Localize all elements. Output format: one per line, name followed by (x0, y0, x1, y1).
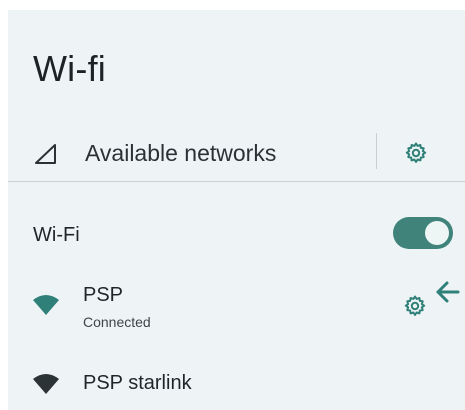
wifi-settings-panel: Wi-fi Available networks Wi-Fi PSP Conne… (8, 10, 465, 410)
page-title: Wi-fi (33, 48, 106, 89)
available-networks-label: Available networks (85, 140, 277, 166)
gear-icon[interactable] (403, 294, 427, 318)
network-row-psp[interactable]: PSP Connected (8, 280, 465, 340)
wifi-signal-icon (33, 374, 59, 394)
section-divider (8, 181, 465, 182)
gear-icon[interactable] (404, 141, 428, 165)
wifi-toggle-label: Wi-Fi (33, 224, 80, 246)
network-row-psp-starlink[interactable]: PSP starlink (8, 362, 465, 410)
wifi-signal-icon (33, 295, 59, 315)
network-status: Connected (83, 314, 151, 330)
vertical-divider (376, 133, 377, 169)
signal-triangle-icon (35, 144, 56, 164)
arrow-left-icon (436, 281, 460, 303)
toggle-knob (425, 221, 449, 245)
available-networks-row[interactable]: Available networks (8, 128, 465, 180)
network-name: PSP (83, 284, 124, 306)
network-name: PSP starlink (83, 372, 192, 394)
wifi-toggle-switch[interactable] (393, 217, 453, 249)
wifi-toggle-row[interactable]: Wi-Fi (8, 210, 465, 258)
